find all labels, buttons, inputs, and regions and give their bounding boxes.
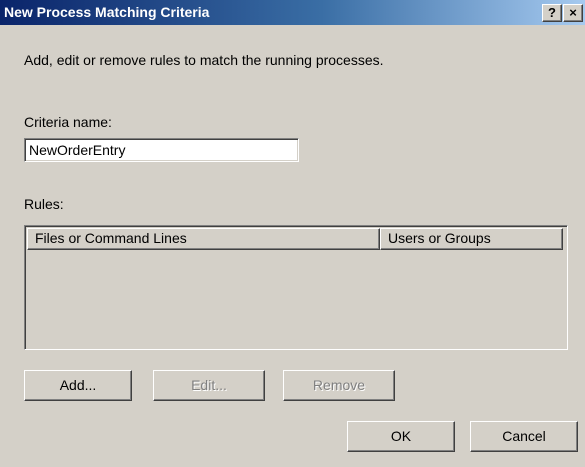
ok-button[interactable]: OK xyxy=(347,421,455,452)
instructions-text: Add, edit or remove rules to match the r… xyxy=(24,52,384,68)
help-button[interactable]: ? xyxy=(542,4,562,22)
dialog-window: New Process Matching Criteria ? × Add, e… xyxy=(0,0,585,467)
column-header-files[interactable]: Files or Command Lines xyxy=(27,228,380,250)
column-header-users[interactable]: Users or Groups xyxy=(380,228,563,250)
criteria-name-label: Criteria name: xyxy=(24,114,112,130)
rules-label: Rules: xyxy=(24,196,64,212)
cancel-button[interactable]: Cancel xyxy=(470,421,578,452)
close-button[interactable]: × xyxy=(563,4,583,22)
window-title: New Process Matching Criteria xyxy=(4,4,210,20)
criteria-name-input[interactable]: NewOrderEntry xyxy=(24,138,299,162)
remove-button[interactable]: Remove xyxy=(283,370,395,401)
add-button[interactable]: Add... xyxy=(24,370,132,401)
rules-list[interactable]: Files or Command Lines Users or Groups xyxy=(24,225,568,350)
edit-button[interactable]: Edit... xyxy=(153,370,265,401)
title-bar[interactable]: New Process Matching Criteria ? × xyxy=(0,0,585,25)
